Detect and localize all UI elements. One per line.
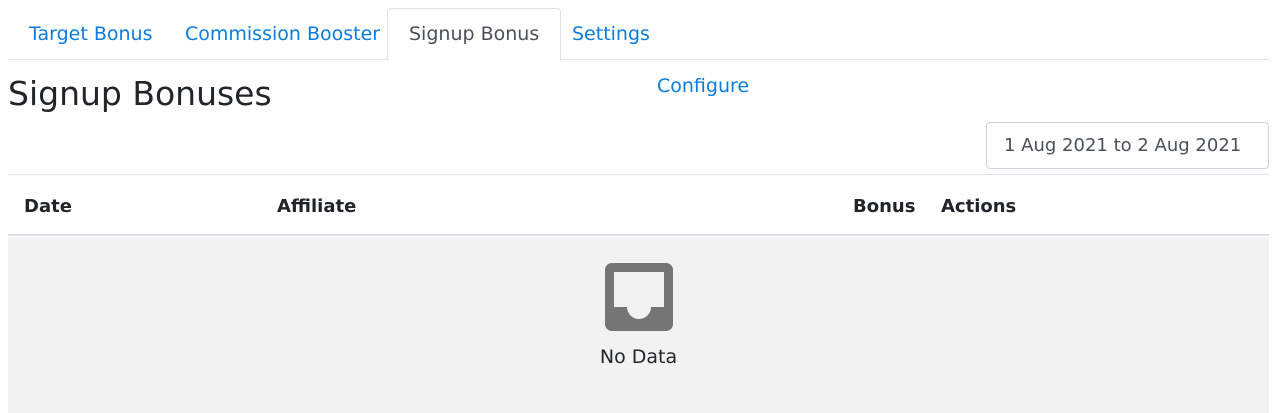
- column-header-affiliate[interactable]: Affiliate: [277, 178, 356, 236]
- tab-bar: Target Bonus Commission Booster Signup B…: [8, 8, 1269, 61]
- page-title: Signup Bonuses: [8, 74, 272, 113]
- divider: [8, 174, 1269, 175]
- date-range-picker[interactable]: 1 Aug 2021 to 2 Aug 2021: [986, 122, 1269, 169]
- empty-state-text: No Data: [599, 346, 678, 368]
- configure-link[interactable]: Configure: [657, 73, 749, 99]
- empty-inbox-icon: [605, 263, 673, 331]
- column-header-actions: Actions: [941, 196, 1017, 217]
- tab-commission-booster[interactable]: Commission Booster: [164, 8, 401, 60]
- column-header-date[interactable]: Date: [24, 178, 72, 236]
- empty-state: No Data: [8, 237, 1269, 413]
- tab-settings[interactable]: Settings: [551, 8, 671, 60]
- table-header: Date Affiliate Bonus Actions: [8, 178, 1269, 236]
- column-header-bonus[interactable]: Bonus: [853, 178, 915, 236]
- tab-signup-bonus[interactable]: Signup Bonus: [387, 8, 562, 61]
- tab-target-bonus[interactable]: Target Bonus: [8, 8, 173, 60]
